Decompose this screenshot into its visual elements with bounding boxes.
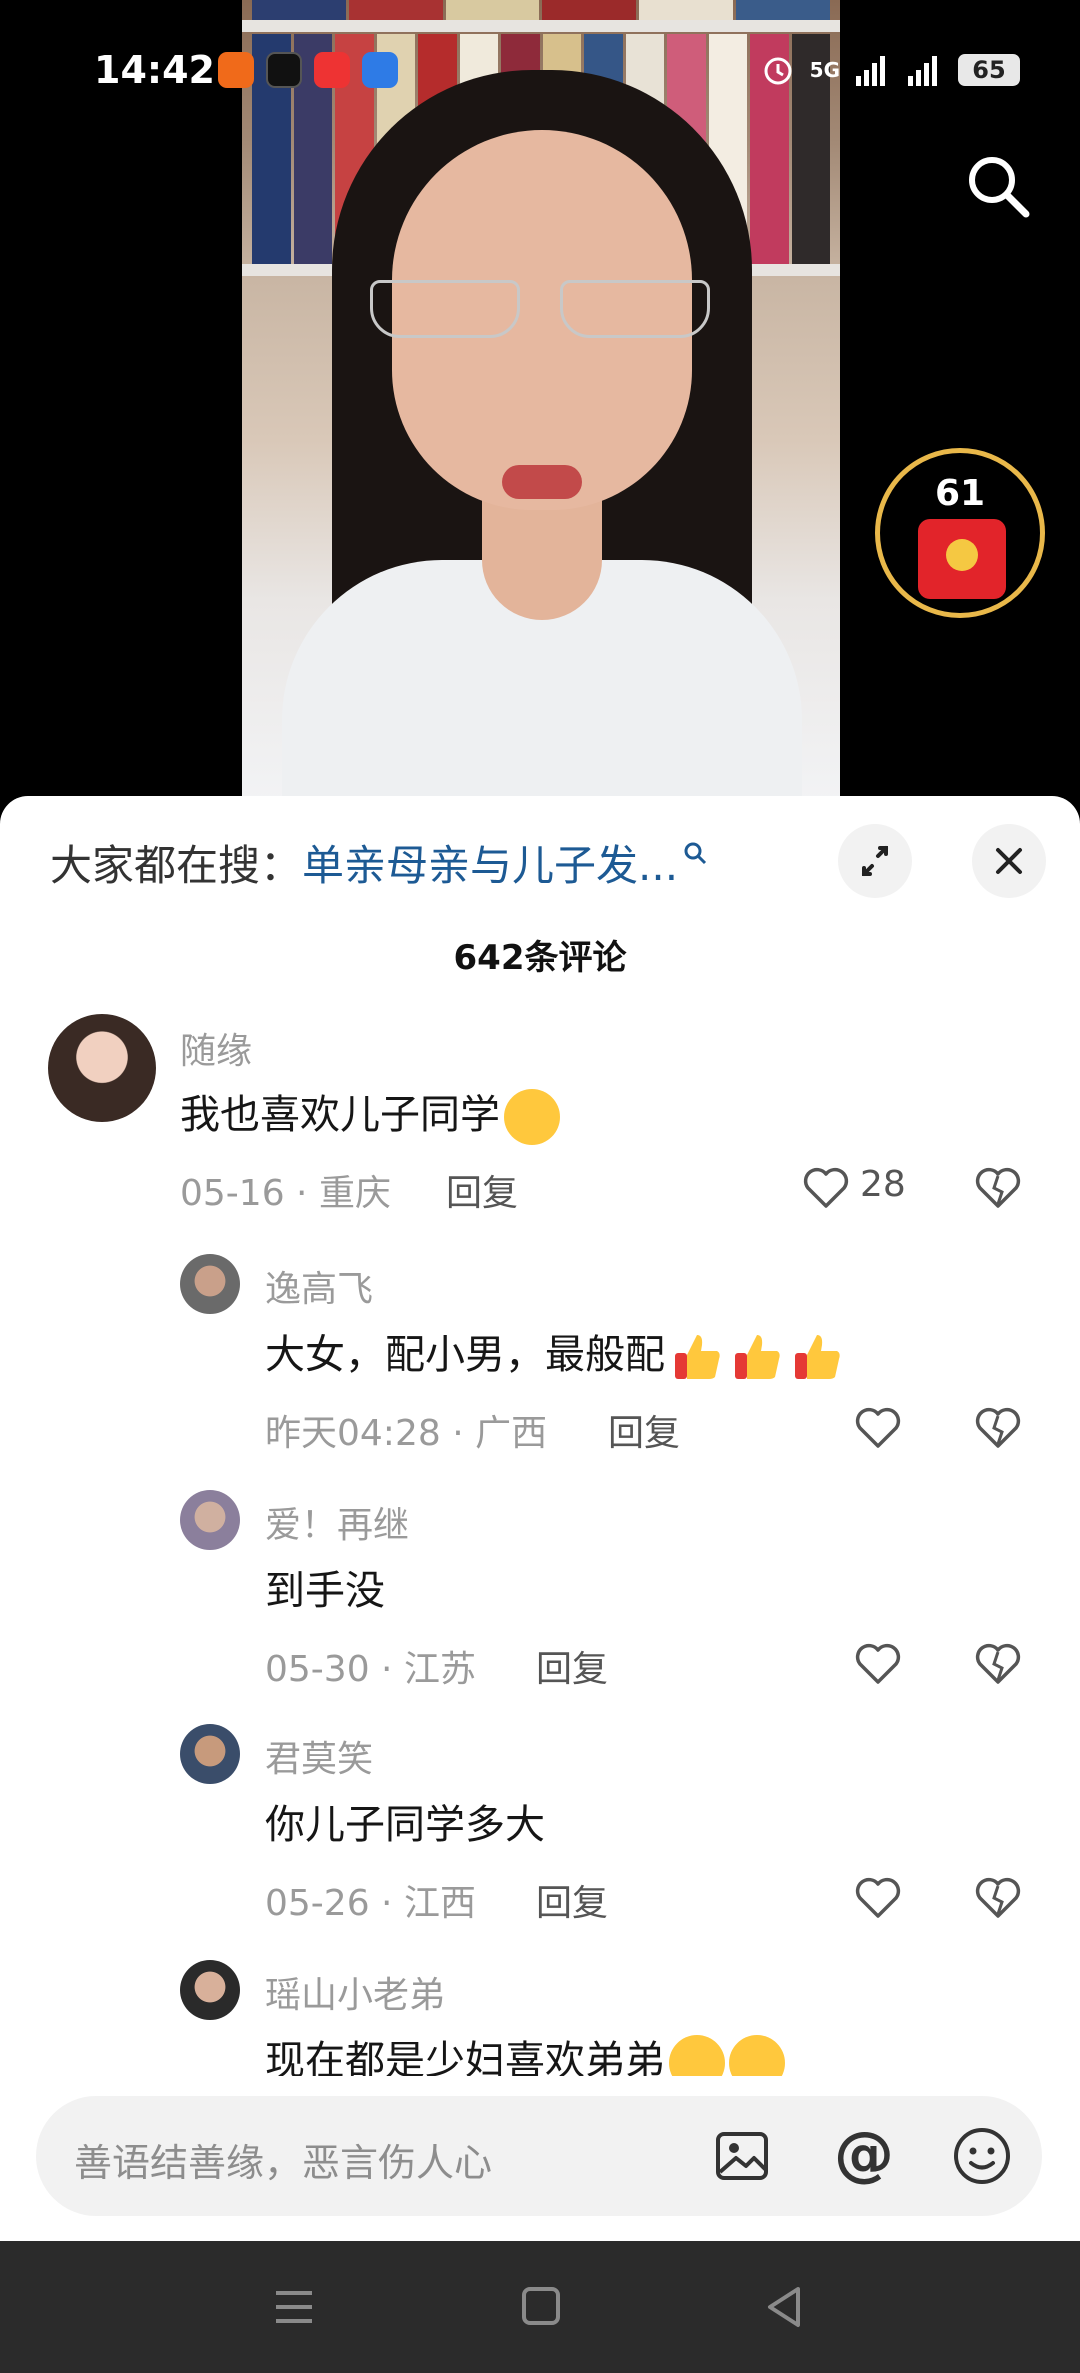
broken-heart-icon[interactable] bbox=[972, 1162, 1024, 1214]
reply-button[interactable]: 回复 bbox=[536, 1640, 608, 1692]
reply-item: 逸高飞 大女，配小男，最般配 昨天04:28 · 广西 回复 bbox=[0, 1254, 1080, 1454]
system-navigation-bar bbox=[0, 2241, 1080, 2373]
comment-body: 我也喜欢儿子同学 bbox=[180, 1092, 500, 1138]
back-icon[interactable] bbox=[764, 2285, 804, 2329]
image-icon[interactable] bbox=[712, 2126, 772, 2186]
person-lips bbox=[502, 465, 582, 499]
comment-date-location: 05-16 · 重庆 bbox=[180, 1173, 391, 1214]
red-packet-button[interactable]: 61 bbox=[875, 448, 1045, 618]
battery-indicator: 65 bbox=[958, 54, 1020, 86]
comment-date-location: 05-26 · 江西 bbox=[265, 1883, 476, 1924]
smile-emoji-icon bbox=[504, 1089, 560, 1145]
close-icon bbox=[996, 848, 1022, 874]
heart-icon[interactable] bbox=[852, 1638, 904, 1690]
avatar[interactable] bbox=[180, 1724, 240, 1784]
avatar[interactable] bbox=[48, 1014, 156, 1122]
broken-heart-icon[interactable] bbox=[972, 1872, 1024, 1924]
heart-icon[interactable] bbox=[852, 1402, 904, 1454]
search-small-icon bbox=[684, 842, 707, 864]
alarm-icon bbox=[764, 57, 792, 85]
comment-body: 现在都是少妇喜欢弟弟 bbox=[265, 2038, 665, 2076]
thumbs-up-emoji-icon bbox=[795, 1335, 840, 1379]
comment-author[interactable]: 瑶山小老弟 bbox=[265, 1966, 445, 2018]
comment-text: 你儿子同学多大 bbox=[265, 1802, 545, 1848]
status-time: 14:42 bbox=[94, 48, 215, 92]
hot-search-query[interactable]: 单亲母亲与儿子发... bbox=[302, 832, 678, 893]
search-icon[interactable] bbox=[962, 150, 1034, 222]
comment-author[interactable]: 君莫笑 bbox=[265, 1730, 373, 1782]
signal-5g-icon bbox=[908, 56, 937, 86]
comment-date-location: 05-30 · 江苏 bbox=[265, 1649, 476, 1690]
home-icon[interactable] bbox=[522, 2287, 560, 2325]
comment-date-location: 昨天04:28 · 广西 bbox=[265, 1413, 548, 1454]
expand-button[interactable] bbox=[838, 824, 912, 898]
reply-item: 爱！再继 到手没 05-30 · 江苏 回复 bbox=[0, 1490, 1080, 1690]
reply-button[interactable]: 回复 bbox=[536, 1874, 608, 1926]
broken-heart-icon[interactable] bbox=[972, 1402, 1024, 1454]
expand-icon bbox=[862, 846, 888, 876]
broken-heart-icon[interactable] bbox=[972, 1638, 1024, 1690]
comment-input-bar[interactable]: 善语结善缘，恶言伤人心 @ bbox=[36, 2096, 1042, 2216]
heart-icon[interactable] bbox=[852, 1872, 904, 1924]
tiktok-notification-icon bbox=[266, 52, 302, 88]
network-label: 5G bbox=[809, 58, 840, 82]
comment-input[interactable]: 善语结善缘，恶言伤人心 bbox=[74, 2132, 492, 2187]
reply-item: 君莫笑 你儿子同学多大 05-26 · 江西 回复 bbox=[0, 1724, 1080, 1924]
reply-item: 瑶山小老弟 现在都是少妇喜欢弟弟 bbox=[0, 1960, 1080, 2076]
thumbs-up-emoji-icon bbox=[675, 1335, 720, 1379]
close-button[interactable] bbox=[972, 824, 1046, 898]
comment-item: 随缘 我也喜欢儿子同学 05-16 · 重庆 回复 28 bbox=[0, 1014, 1080, 1214]
mention-icon[interactable]: @ bbox=[832, 2124, 896, 2188]
comment-text: 大女，配小男，最般配 bbox=[265, 1322, 845, 1385]
comment-body: 大女，配小男，最般配 bbox=[265, 1332, 665, 1378]
avatar[interactable] bbox=[180, 1254, 240, 1314]
comment-author[interactable]: 爱！再继 bbox=[265, 1496, 409, 1548]
glasses bbox=[370, 280, 710, 340]
heart-icon[interactable] bbox=[800, 1162, 852, 1214]
status-indicators: 5G 65 bbox=[760, 52, 1020, 88]
status-bar: 14:42 5G 65 bbox=[0, 0, 1080, 140]
comment-count: 642条评论 bbox=[453, 938, 627, 978]
avatar[interactable] bbox=[180, 1490, 240, 1550]
red-packet-icon bbox=[918, 519, 1006, 599]
laugh-emoji-icon bbox=[669, 2035, 725, 2076]
hot-search-label: 大家都在搜： bbox=[50, 841, 303, 890]
comment-author[interactable]: 随缘 bbox=[180, 1022, 252, 1074]
hot-search-bar[interactable]: 大家都在搜： 单亲母亲与儿子发... bbox=[50, 832, 708, 893]
signal-icon bbox=[856, 56, 885, 86]
reply-button[interactable]: 回复 bbox=[608, 1404, 680, 1456]
thumbs-up-emoji-icon bbox=[735, 1335, 780, 1379]
emoji-icon[interactable] bbox=[950, 2124, 1014, 2188]
reply-button[interactable]: 回复 bbox=[446, 1164, 518, 1216]
like-count: 28 bbox=[860, 1164, 906, 1205]
app-notification-icon bbox=[218, 52, 254, 88]
comment-text: 现在都是少妇喜欢弟弟 bbox=[265, 2028, 785, 2076]
toutiao-notification-icon bbox=[314, 52, 350, 88]
laugh-emoji-icon bbox=[729, 2035, 785, 2076]
comment-author[interactable]: 逸高飞 bbox=[265, 1260, 373, 1312]
menu-icon[interactable] bbox=[272, 2287, 316, 2327]
comment-text: 我也喜欢儿子同学 bbox=[180, 1082, 560, 1145]
avatar[interactable] bbox=[180, 1960, 240, 2020]
person-neck bbox=[482, 500, 602, 620]
comment-sheet: 大家都在搜： 单亲母亲与儿子发... 642条评论 随缘 我也喜欢儿子同学 05… bbox=[0, 796, 1080, 2241]
comment-text: 到手没 bbox=[265, 1568, 385, 1614]
browser-notification-icon bbox=[362, 52, 398, 88]
red-packet-count: 61 bbox=[934, 473, 986, 514]
